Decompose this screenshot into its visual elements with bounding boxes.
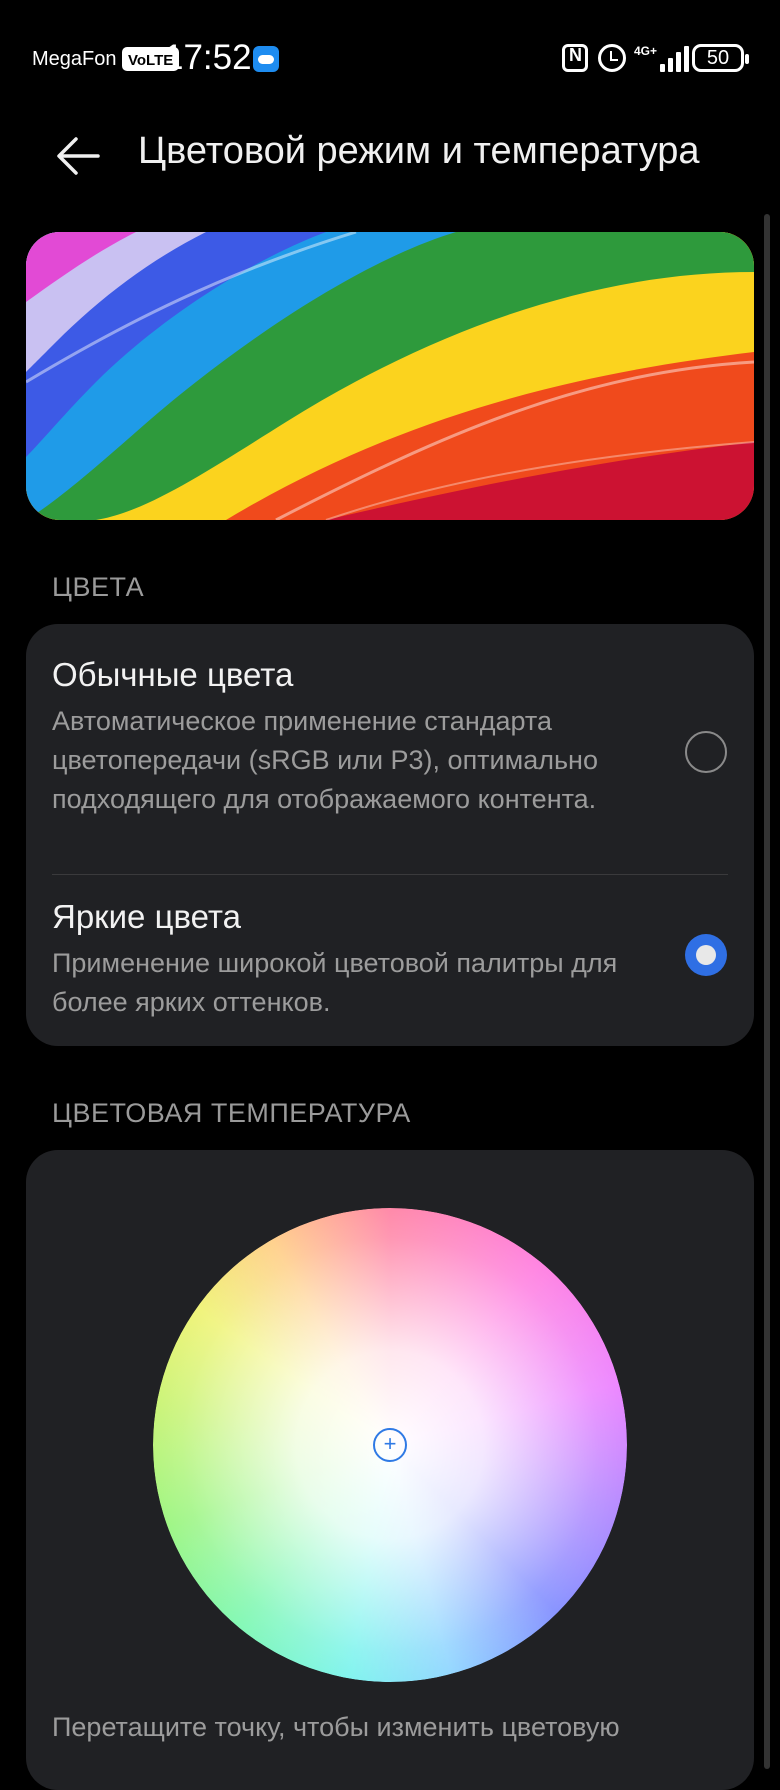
option-description: Автоматическое применение стандарта цвет… — [52, 706, 598, 814]
signal-icon — [660, 44, 692, 72]
temperature-card: + Перетащите точку, чтобы изменить цвето… — [26, 1150, 754, 1790]
back-button[interactable] — [52, 130, 104, 182]
option-normal-colors[interactable]: Обычные цвета Автоматическое применение … — [26, 624, 754, 872]
option-description: Применение широкой цветовой палитры для … — [52, 948, 618, 1017]
battery-icon: 50 — [692, 44, 749, 72]
divider — [52, 874, 728, 875]
color-temperature-wheel[interactable]: + — [153, 1208, 627, 1682]
clock: 17:52 — [164, 38, 252, 77]
status-bar: MegaFon VoLTE 17:52 4G+ 50 — [0, 0, 780, 120]
radio-vivid-colors[interactable] — [685, 934, 727, 976]
option-title: Обычные цвета — [52, 656, 294, 693]
section-label-temperature: ЦВЕТОВАЯ ТЕМПЕРАТУРА — [52, 1098, 411, 1128]
option-title: Яркие цвета — [52, 898, 241, 935]
option-vivid-colors[interactable]: Яркие цвета Применение широкой цветовой … — [26, 876, 754, 1046]
cloud-icon — [253, 46, 279, 72]
color-preview-banner — [26, 232, 754, 520]
section-label-colors: ЦВЕТА — [52, 572, 145, 602]
carrier-name: MegaFon — [32, 48, 117, 70]
alarm-icon — [598, 44, 626, 72]
arrow-left-icon — [57, 137, 100, 175]
network-type: 4G+ — [634, 44, 658, 58]
scrollbar[interactable] — [764, 214, 770, 1769]
page-title: Цветовой режим и температура — [138, 130, 700, 172]
colors-card: Обычные цвета Автоматическое применение … — [26, 624, 754, 1046]
temperature-picker-handle[interactable]: + — [373, 1428, 407, 1462]
nfc-icon — [562, 44, 588, 72]
radio-normal-colors[interactable] — [685, 731, 727, 773]
temperature-hint: Перетащите точку, чтобы изменить цветову… — [52, 1712, 620, 1742]
